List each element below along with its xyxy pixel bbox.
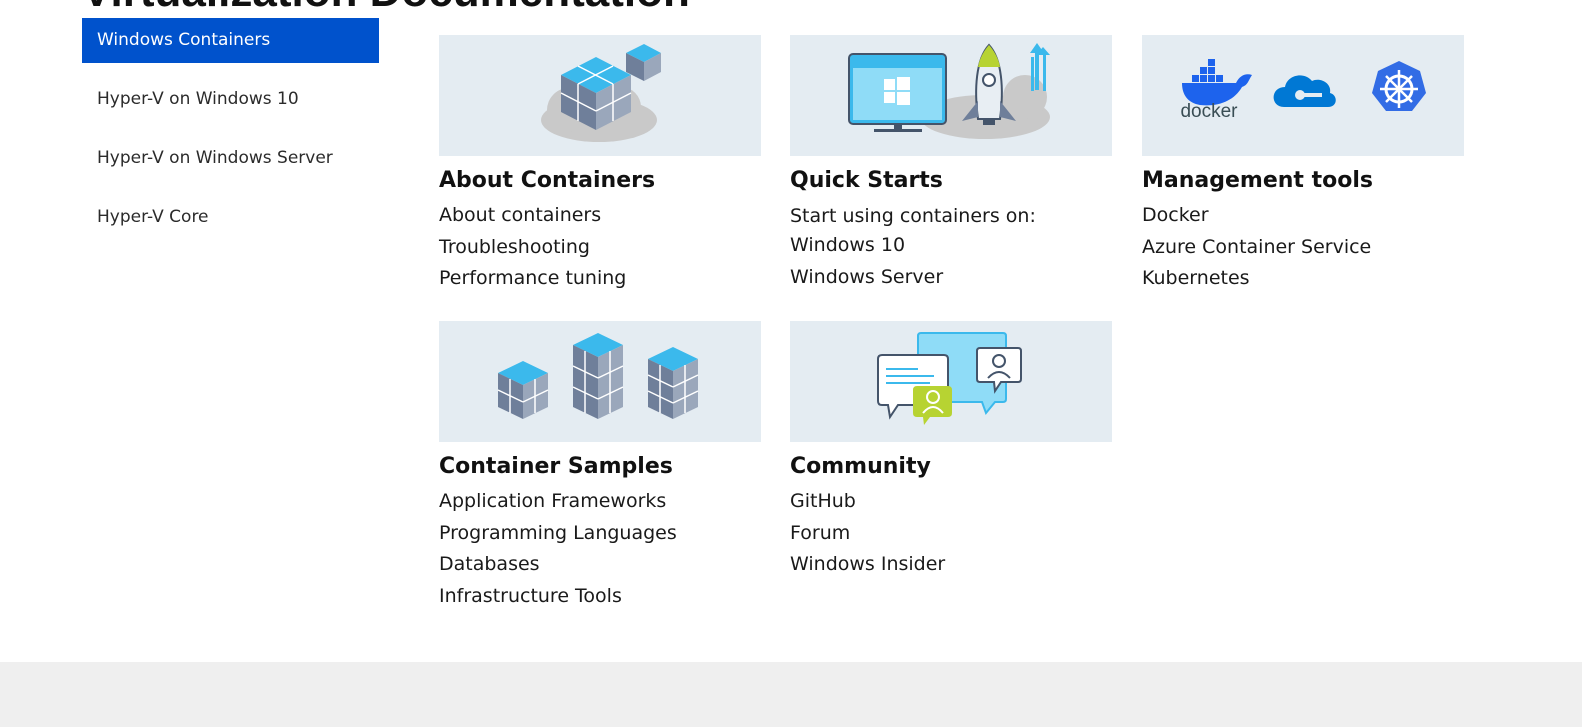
rocket-monitor-icon: [848, 43, 1050, 139]
docker-logo: docker: [1180, 59, 1252, 122]
list-item: Windows Insider: [790, 549, 1112, 581]
list-item: Troubleshooting: [439, 232, 761, 264]
card-title: Management tools: [1142, 168, 1373, 193]
list-item: Databases: [439, 549, 761, 581]
card-title: Community: [790, 454, 931, 479]
card-banner[interactable]: [790, 35, 1112, 156]
list-item: GitHub: [790, 486, 1112, 518]
link-windows-server[interactable]: Windows Server: [790, 266, 943, 288]
link-databases[interactable]: Databases: [439, 553, 540, 575]
card-title: Quick Starts: [790, 168, 943, 193]
link-docker[interactable]: Docker: [1142, 204, 1209, 226]
list-item: Application Frameworks: [439, 486, 761, 518]
card-quick-starts: Quick Starts Start using containers on: …: [790, 35, 1112, 293]
list-item: About containers: [439, 200, 761, 232]
card-about-containers: About Containers About containers Troubl…: [439, 35, 761, 295]
container-stacks-icon: [497, 333, 699, 419]
card-links: Docker Azure Container Service Kubernete…: [1142, 200, 1464, 295]
management-logos: docker: [1180, 59, 1426, 122]
card-banner[interactable]: [439, 321, 761, 442]
containers-cloud-icon: [541, 44, 661, 142]
card-banner[interactable]: [790, 321, 1112, 442]
list-item: Infrastructure Tools: [439, 581, 761, 613]
card-subtitle: Start using containers on:: [790, 205, 1036, 227]
azure-cloud-icon: [1273, 75, 1336, 107]
card-links: Application Frameworks Programming Langu…: [439, 486, 761, 613]
card-community: Community GitHub Forum Windows Insider: [790, 321, 1112, 581]
card-banner[interactable]: docker: [1142, 35, 1464, 156]
sidebar-item-hyperv-windows-10[interactable]: Hyper-V on Windows 10: [82, 77, 379, 122]
page-footer: [0, 662, 1582, 727]
link-github[interactable]: GitHub: [790, 490, 856, 512]
link-forum[interactable]: Forum: [790, 522, 850, 544]
sidebar-item-hyperv-core[interactable]: Hyper-V Core: [82, 195, 379, 240]
page-title: Virtualization Documentation: [82, 0, 690, 10]
sidebar-item-hyperv-windows-server[interactable]: Hyper-V on Windows Server: [82, 136, 379, 181]
sidebar-item-windows-containers[interactable]: Windows Containers: [82, 18, 379, 63]
sidebar: Windows Containers Hyper-V on Windows 10…: [82, 18, 379, 254]
link-azure-container-service[interactable]: Azure Container Service: [1142, 236, 1371, 258]
list-item: Forum: [790, 518, 1112, 550]
card-banner[interactable]: [439, 35, 761, 156]
card-container-samples: Container Samples Application Frameworks…: [439, 321, 761, 613]
link-kubernetes[interactable]: Kubernetes: [1142, 267, 1250, 289]
card-management-tools: docker Management tools Docker Azure Con…: [1142, 35, 1464, 295]
link-programming-languages[interactable]: Programming Languages: [439, 522, 677, 544]
card-title: Container Samples: [439, 454, 673, 479]
card-title: About Containers: [439, 168, 656, 193]
list-item: Windows 10: [790, 230, 1112, 262]
link-windows-10[interactable]: Windows 10: [790, 234, 905, 256]
list-item: Windows Server: [790, 262, 1112, 294]
list-item: Programming Languages: [439, 518, 761, 550]
chat-bubbles-icon: [877, 332, 1022, 425]
list-item: Azure Container Service: [1142, 232, 1464, 264]
link-about-containers[interactable]: About containers: [439, 204, 601, 226]
link-windows-insider[interactable]: Windows Insider: [790, 553, 945, 575]
link-performance-tuning[interactable]: Performance tuning: [439, 267, 626, 289]
list-item: Kubernetes: [1142, 263, 1464, 295]
kubernetes-logo: [1372, 61, 1426, 111]
link-troubleshooting[interactable]: Troubleshooting: [439, 236, 590, 258]
card-links: Windows 10 Windows Server: [790, 230, 1112, 293]
link-infrastructure-tools[interactable]: Infrastructure Tools: [439, 585, 622, 607]
card-links: About containers Troubleshooting Perform…: [439, 200, 761, 295]
card-links: GitHub Forum Windows Insider: [790, 486, 1112, 581]
list-item: Performance tuning: [439, 263, 761, 295]
link-application-frameworks[interactable]: Application Frameworks: [439, 490, 666, 512]
list-item: Docker: [1142, 200, 1464, 232]
svg-text:docker: docker: [1180, 101, 1238, 122]
